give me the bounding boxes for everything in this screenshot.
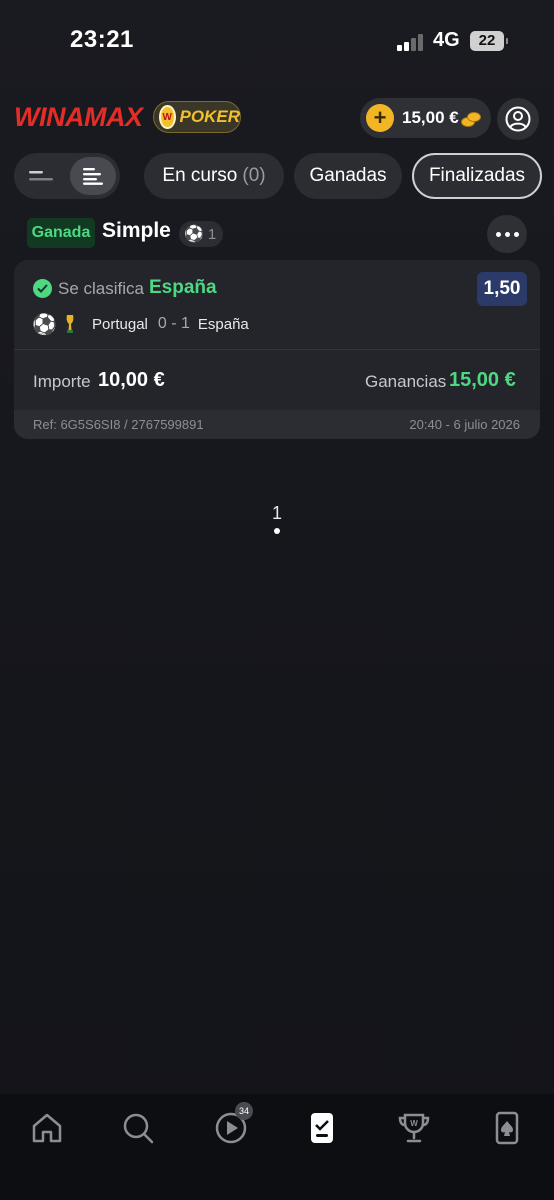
- pagination: 1: [262, 503, 292, 534]
- stake-value: 10,00 €: [98, 369, 165, 391]
- app-header: WINAMAX W POKER + 15,00 €: [0, 96, 554, 140]
- sport-chip: ⚽ 1: [179, 221, 223, 247]
- detailed-list-icon: [83, 168, 103, 185]
- poker-chip-icon: W: [159, 105, 176, 129]
- nav-live[interactable]: 34: [211, 1102, 253, 1148]
- odds-badge: 1,50: [477, 272, 527, 306]
- check-icon: [33, 279, 52, 298]
- divider: [14, 349, 540, 350]
- bet-filters: En curso (0) Ganadas Finalizadas: [0, 153, 554, 199]
- bet-type: Simple: [102, 219, 171, 242]
- selections-count: 1: [207, 225, 217, 243]
- selection-name: España: [149, 277, 217, 298]
- market-label: Se clasifica: [58, 279, 144, 298]
- balance-amount: 15,00 €: [402, 108, 459, 127]
- tab-count: (0): [242, 165, 266, 186]
- tab-label: Ganadas: [309, 165, 387, 186]
- account-button[interactable]: [497, 98, 539, 140]
- battery-icon: 22: [470, 31, 508, 51]
- football-icon: ⚽: [32, 313, 57, 336]
- bet-card-footer: Ref: 6G5S6SI8 / 2767599891 20:40 - 6 jul…: [14, 410, 540, 439]
- winamax-logo[interactable]: WINAMAX: [14, 102, 143, 133]
- tab-en-curso[interactable]: En curso (0): [144, 153, 284, 199]
- world-cup-trophy-icon: [62, 313, 78, 335]
- compact-list-icon: [29, 171, 53, 181]
- my-bets-icon: [311, 1113, 333, 1143]
- home-icon: [32, 1113, 62, 1143]
- page-indicator-dot: [274, 528, 280, 534]
- more-icon: [495, 231, 501, 237]
- compact-view-button[interactable]: [18, 157, 64, 195]
- tab-label: Finalizadas: [428, 165, 526, 186]
- home-team: Portugal: [92, 315, 148, 333]
- page-number[interactable]: 1: [262, 503, 292, 524]
- status-badge: Ganada: [27, 218, 95, 248]
- balance-button[interactable]: + 15,00 €: [360, 98, 491, 138]
- coins-icon: [460, 109, 483, 127]
- trophy-icon: W: [398, 1113, 430, 1143]
- search-icon: [123, 1113, 154, 1144]
- tab-ganadas[interactable]: Ganadas: [294, 153, 402, 199]
- bet-header: Ganada Simple ⚽ 1: [0, 218, 554, 250]
- more-options-button[interactable]: [487, 215, 527, 253]
- poker-label: POKER: [179, 107, 240, 126]
- live-count-badge: 34: [235, 1102, 253, 1120]
- bottom-nav: 34 W: [0, 1094, 554, 1200]
- bet-card[interactable]: Se clasifica España 1,50 ⚽ Portugal 0 - …: [14, 260, 540, 439]
- nav-home[interactable]: [27, 1108, 67, 1148]
- winnings-value: 15,00 €: [449, 369, 516, 391]
- detailed-view-button[interactable]: [70, 157, 116, 195]
- match-score: 0 - 1: [157, 315, 190, 332]
- tab-finalizadas[interactable]: Finalizadas: [412, 153, 542, 199]
- nav-competitions[interactable]: W: [394, 1108, 434, 1148]
- nav-casino[interactable]: [487, 1108, 527, 1148]
- away-team: España: [197, 315, 249, 333]
- signal-icon: [397, 33, 427, 51]
- bet-date: 20:40 - 6 julio 2026: [409, 417, 520, 432]
- add-funds-icon[interactable]: +: [366, 104, 394, 132]
- status-time: 23:21: [70, 26, 134, 53]
- svg-text:W: W: [410, 1119, 418, 1128]
- tab-label: En curso: [162, 165, 238, 186]
- network-type: 4G: [433, 29, 460, 51]
- bet-reference: Ref: 6G5S6SI8 / 2767599891: [33, 417, 204, 432]
- nav-search[interactable]: [118, 1108, 158, 1148]
- poker-button[interactable]: W POKER: [153, 101, 241, 133]
- winnings-label: Ganancias: [365, 372, 447, 391]
- football-icon: ⚽: [184, 226, 204, 243]
- stake-label: Importe: [33, 372, 91, 391]
- nav-my-bets[interactable]: [302, 1108, 342, 1148]
- status-bar: 23:21 4G 22: [0, 0, 554, 80]
- user-icon: [505, 106, 531, 132]
- casino-card-icon: [495, 1111, 519, 1145]
- view-toggle: [14, 153, 120, 199]
- match-row[interactable]: ⚽ Portugal 0 - 1 España: [32, 312, 332, 336]
